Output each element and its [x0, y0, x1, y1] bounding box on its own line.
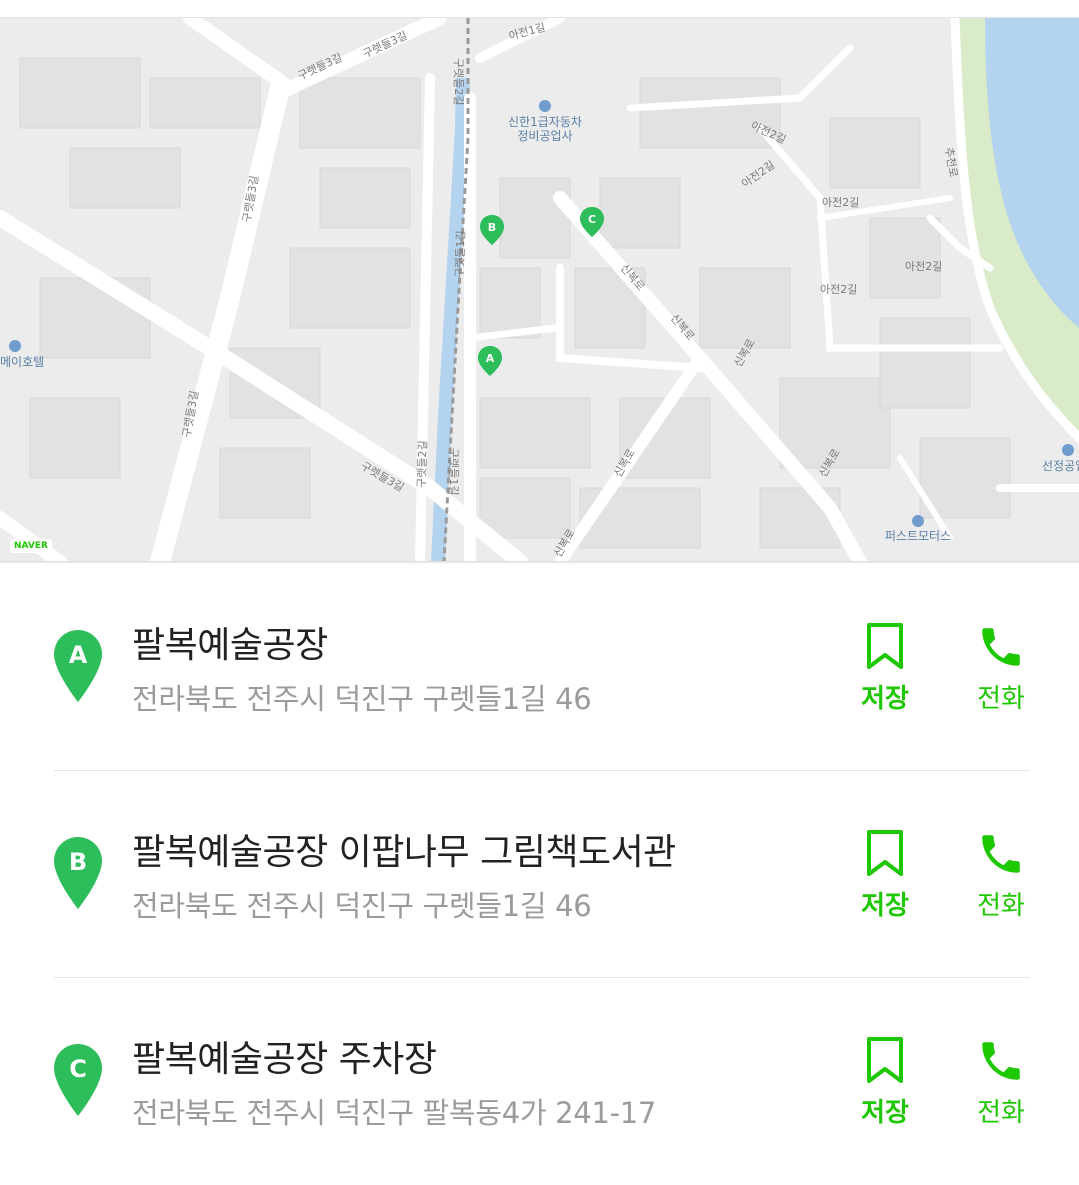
- svg-text:A: A: [69, 641, 88, 669]
- place-name[interactable]: 팔복예술공장 이팝나무 그림책도서관: [132, 823, 676, 875]
- phone-icon: [982, 628, 1020, 666]
- poi-label: 선정공업: [1042, 459, 1079, 473]
- repair-shop-icon: [912, 515, 924, 527]
- map-view[interactable]: 구렛들3길 구렛들3길 구렛들3길 구렛들3길 구렛들3길 구렛들2길 구렛들1…: [0, 17, 1079, 562]
- factory-icon: [1062, 444, 1074, 456]
- place-name[interactable]: 팔복예술공장: [132, 616, 328, 668]
- call-label: 전화: [977, 1098, 1025, 1128]
- result-item-c[interactable]: C 팔복예술공장 주차장 전라북도 전주시 덕진구 팔복동4가 241-17 저…: [0, 978, 1079, 1185]
- pin-c-icon: C: [54, 1044, 102, 1116]
- poi-label: 신한1급자동차: [508, 115, 582, 129]
- save-button[interactable]: 저장: [845, 1036, 925, 1129]
- road-label: 아전2길: [822, 196, 859, 209]
- save-label: 저장: [861, 1098, 909, 1128]
- result-list: A 팔복예술공장 전라북도 전주시 덕진구 구렛들1길 46 저장 전화 B 팔…: [0, 564, 1079, 1185]
- repair-shop-icon: [539, 100, 551, 112]
- hotel-icon: [9, 340, 21, 352]
- road-label: 아전2길: [905, 260, 942, 273]
- map-pin-a[interactable]: A: [478, 346, 502, 376]
- call-button[interactable]: 전화: [961, 622, 1041, 715]
- road-label: 구렛들2길: [415, 440, 430, 488]
- poi-label: 메이호텔: [0, 355, 44, 369]
- call-button[interactable]: 전화: [961, 1036, 1041, 1129]
- road-label: 구렛들1길: [447, 448, 460, 495]
- place-name[interactable]: 팔복예술공장 주차장: [132, 1030, 437, 1082]
- poi-label: 정비공업사: [517, 129, 572, 143]
- svg-text:C: C: [588, 213, 596, 226]
- call-label: 전화: [977, 891, 1025, 921]
- road-label: 아전2길: [820, 283, 857, 296]
- phone-icon: [982, 1042, 1020, 1080]
- road-label: 구렛들2길: [452, 58, 465, 105]
- save-label: 저장: [861, 684, 909, 714]
- save-button[interactable]: 저장: [845, 829, 925, 922]
- road-label: 구렛들1길: [453, 230, 468, 278]
- result-item-a[interactable]: A 팔복예술공장 전라북도 전주시 덕진구 구렛들1길 46 저장 전화: [0, 564, 1079, 771]
- svg-text:A: A: [486, 352, 495, 365]
- svg-text:B: B: [69, 848, 87, 876]
- road-label: 구렛들3길: [361, 29, 410, 61]
- map-canvas[interactable]: 구렛들3길 구렛들3길 구렛들3길 구렛들3길 구렛들3길 구렛들2길 구렛들1…: [0, 18, 1079, 562]
- bookmark-icon: [867, 830, 903, 876]
- phone-icon: [982, 835, 1020, 873]
- poi-label: 퍼스트모터스: [885, 529, 951, 543]
- bookmark-icon: [867, 1037, 903, 1083]
- call-button[interactable]: 전화: [961, 829, 1041, 922]
- road-label: 아전2길: [739, 158, 777, 190]
- svg-text:B: B: [488, 221, 496, 234]
- result-item-b[interactable]: B 팔복예술공장 이팝나무 그림책도서관 전라북도 전주시 덕진구 구렛들1길 …: [0, 771, 1079, 978]
- place-address: 전라북도 전주시 덕진구 구렛들1길 46: [132, 682, 592, 716]
- bookmark-icon: [867, 623, 903, 669]
- pin-b-icon: B: [54, 837, 102, 909]
- save-label: 저장: [861, 891, 909, 921]
- svg-text:C: C: [69, 1055, 87, 1083]
- place-address: 전라북도 전주시 덕진구 구렛들1길 46: [132, 889, 592, 923]
- pin-a-icon: A: [54, 630, 102, 702]
- place-address: 전라북도 전주시 덕진구 팔복동4가 241-17: [132, 1096, 657, 1130]
- call-label: 전화: [977, 684, 1025, 714]
- save-button[interactable]: 저장: [845, 622, 925, 715]
- naver-logo: NAVER: [10, 539, 52, 553]
